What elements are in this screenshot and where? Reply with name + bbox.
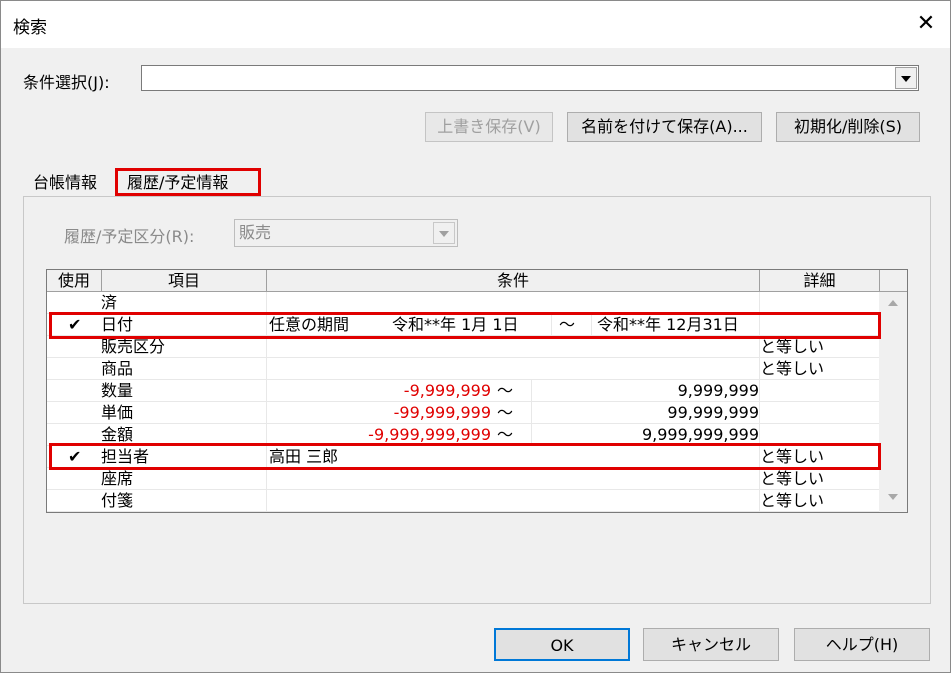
detail-cell[interactable]: と等しい — [760, 358, 824, 380]
column-divider — [266, 358, 267, 380]
chevron-down-icon — [439, 231, 449, 237]
column-divider — [266, 424, 267, 446]
table-row[interactable]: 金額 -9,999,999,999 ～ 9,999,999,999 — [47, 424, 879, 446]
range-tilde: ～ — [559, 315, 576, 334]
ok-button[interactable]: OK — [494, 628, 630, 661]
range-tilde: ～ — [497, 425, 514, 444]
range-from-cell[interactable]: 令和**年 1月 1日 — [392, 314, 519, 336]
range-to-cell[interactable]: 9,999,999 — [678, 380, 759, 402]
column-header-detail[interactable]: 詳細 — [760, 270, 880, 292]
item-cell: 金額 — [101, 425, 134, 444]
close-icon[interactable]: ✕ — [908, 7, 944, 41]
range-to-cell[interactable]: 99,999,999 — [667, 402, 759, 424]
checkmark-icon[interactable]: ✔ — [68, 314, 81, 336]
window-title: 検索 — [13, 18, 47, 38]
item-cell: 座席 — [101, 469, 134, 488]
search-dialog: 検索 ✕ 条件選択(J): 上書き保存(V) 名前を付けて保存(A)... 初期… — [0, 0, 951, 673]
item-cell: 数量 — [101, 381, 134, 400]
range-tilde: ～ — [497, 381, 514, 400]
table-row[interactable]: 付箋 と等しい — [47, 490, 879, 512]
range-from-cell[interactable]: -9,999,999,999 — [368, 424, 491, 446]
column-divider — [266, 336, 267, 358]
condition-dropdown-button[interactable] — [895, 67, 917, 89]
tab-ledger-info[interactable]: 台帳情報 — [33, 169, 97, 197]
save-as-button[interactable]: 名前を付けて保存(A)... — [567, 112, 762, 142]
column-divider — [551, 314, 552, 336]
column-divider — [591, 314, 592, 336]
column-header-condition[interactable]: 条件 — [267, 270, 760, 292]
chevron-up-icon — [888, 300, 898, 306]
reset-delete-button[interactable]: 初期化/削除(S) — [776, 112, 920, 142]
item-cell: 付箋 — [101, 491, 134, 510]
column-divider — [759, 380, 760, 402]
column-divider — [266, 446, 267, 468]
column-divider — [759, 402, 760, 424]
table-row[interactable]: 済 — [47, 292, 879, 314]
category-select[interactable]: 販売 — [234, 219, 458, 247]
chevron-down-icon — [901, 76, 911, 82]
table-row[interactable]: ✔ 日付 任意の期間 令和**年 1月 1日 ～ 令和**年 12月31日 — [47, 314, 879, 336]
detail-cell[interactable]: と等しい — [760, 336, 824, 358]
category-label: 履歴/予定区分(R): — [64, 227, 195, 246]
overwrite-save-button[interactable]: 上書き保存(V) — [425, 112, 553, 142]
column-divider — [759, 292, 760, 314]
column-header-filler — [880, 270, 907, 292]
column-divider — [266, 490, 267, 512]
table-row[interactable]: 販売区分 と等しい — [47, 336, 879, 358]
cancel-button[interactable]: キャンセル — [643, 628, 779, 661]
table-row[interactable]: 数量 -9,999,999 ～ 9,999,999 — [47, 380, 879, 402]
category-value: 販売 — [239, 223, 272, 242]
condition-grid: 使用 項目 条件 詳細 済 ✔ 日付 任意の期間 令和**年 1月 1日 ～ 令… — [46, 269, 908, 513]
column-divider — [531, 424, 532, 446]
column-divider — [266, 402, 267, 424]
condition-select-label: 条件選択(J): — [23, 73, 110, 92]
table-row[interactable]: 座席 と等しい — [47, 468, 879, 490]
column-header-use[interactable]: 使用 — [47, 270, 102, 292]
column-divider — [759, 314, 760, 336]
condition-select-combo[interactable] — [141, 65, 919, 91]
range-to-cell[interactable]: 9,999,999,999 — [642, 424, 759, 446]
item-cell: 商品 — [101, 359, 134, 378]
table-row[interactable]: 単価 -99,999,999 ～ 99,999,999 — [47, 402, 879, 424]
condition-value-cell[interactable]: 高田 三郎 — [269, 446, 338, 468]
category-dropdown-button[interactable] — [433, 222, 455, 244]
vertical-scrollbar[interactable] — [879, 292, 907, 512]
column-divider — [266, 292, 267, 314]
column-header-item[interactable]: 項目 — [102, 270, 267, 292]
item-cell: 済 — [101, 293, 118, 312]
chevron-down-icon — [888, 494, 898, 500]
range-to-cell[interactable]: 令和**年 12月31日 — [597, 314, 739, 336]
table-row[interactable]: 商品 と等しい — [47, 358, 879, 380]
detail-cell[interactable]: と等しい — [760, 446, 824, 468]
title-bar: 検索 ✕ — [1, 1, 950, 48]
checkmark-icon[interactable]: ✔ — [68, 446, 81, 468]
column-divider — [266, 380, 267, 402]
item-cell: 販売区分 — [101, 337, 166, 356]
condition-type-cell[interactable]: 任意の期間 — [269, 314, 349, 336]
column-divider — [531, 380, 532, 402]
item-cell: 日付 — [101, 315, 134, 334]
column-divider — [531, 402, 532, 424]
column-divider — [266, 468, 267, 490]
scroll-up-button[interactable] — [883, 294, 903, 314]
help-button[interactable]: ヘルプ(H) — [794, 628, 930, 661]
tab-history-plan[interactable]: 履歴/予定情報 — [127, 169, 228, 197]
range-from-cell[interactable]: -99,999,999 — [394, 402, 491, 424]
column-divider — [266, 314, 267, 336]
detail-cell[interactable]: と等しい — [760, 490, 824, 512]
column-divider — [759, 424, 760, 446]
table-row[interactable]: ✔ 担当者 高田 三郎 と等しい — [47, 446, 879, 468]
item-cell: 担当者 — [101, 447, 150, 466]
range-tilde: ～ — [497, 403, 514, 422]
item-cell: 単価 — [101, 403, 134, 422]
range-from-cell[interactable]: -9,999,999 — [404, 380, 491, 402]
detail-cell[interactable]: と等しい — [760, 468, 824, 490]
scroll-down-button[interactable] — [883, 488, 903, 508]
